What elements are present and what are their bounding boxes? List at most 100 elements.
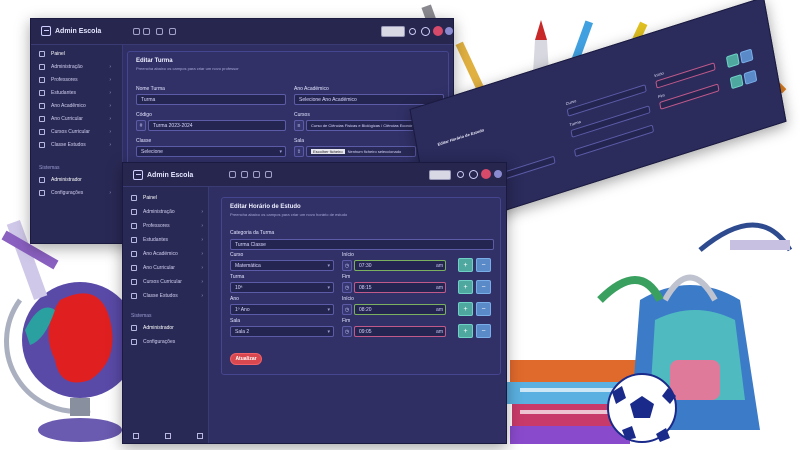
sidebar-item[interactable]: Ano Acadêmico › xyxy=(39,103,119,109)
schedule-form-card: Editar Horário de Estudo Preencha abaixo… xyxy=(221,197,501,375)
sidebar-item[interactable]: Administrador xyxy=(131,325,211,331)
row-select[interactable]: 1º Ano xyxy=(230,304,334,315)
brand[interactable]: Admin Escola xyxy=(41,26,101,36)
sidebar-item-label: Ano Curricular xyxy=(51,116,83,122)
main-window: Admin Escola Painel Administração › Profess… xyxy=(122,162,507,444)
menu-icon[interactable] xyxy=(229,171,236,178)
avatar[interactable] xyxy=(481,169,491,179)
sidebar-item[interactable]: Estudantes › xyxy=(39,90,119,96)
category-input[interactable]: Turma Classe xyxy=(230,239,494,250)
globe-illustration xyxy=(4,282,138,442)
sidebar-item[interactable]: Configurações › xyxy=(39,190,119,196)
side-start-input[interactable] xyxy=(655,62,716,89)
logout-icon[interactable] xyxy=(197,433,203,439)
course-prefix-icon: ≡ xyxy=(294,120,304,131)
field-label: Curso xyxy=(565,98,577,107)
add-row-button[interactable]: + xyxy=(458,324,473,338)
settings-icon[interactable] xyxy=(445,27,453,35)
time-input[interactable]: 09:05 am xyxy=(354,326,446,337)
soccer-ball-illustration xyxy=(607,373,677,443)
avatar[interactable] xyxy=(433,26,443,36)
row-select[interactable]: 10ª xyxy=(230,282,334,293)
class-select[interactable]: Selecione xyxy=(136,146,286,157)
row-select[interactable]: Matemática xyxy=(230,260,334,271)
side-remove-button[interactable] xyxy=(743,69,758,85)
settings-icon[interactable] xyxy=(494,170,502,178)
message-icon[interactable] xyxy=(253,171,260,178)
sidebar-item[interactable]: Estudantes › xyxy=(131,237,211,243)
choose-file-button[interactable]: Escolher ficheiro xyxy=(311,149,345,154)
sidebar-item[interactable]: Administração › xyxy=(39,64,119,70)
sidebar-item[interactable]: Cursos Curricular › xyxy=(131,279,211,285)
time-value: 09:05 xyxy=(359,328,372,335)
side-end-input[interactable] xyxy=(659,83,720,110)
sidebar-item[interactable]: Professores › xyxy=(39,77,119,83)
brand-name: Admin Escola xyxy=(147,171,194,179)
chevron-right-icon: › xyxy=(201,237,203,243)
sidebar-item[interactable]: Ano Académico › xyxy=(131,251,211,257)
remove-row-button[interactable]: − xyxy=(476,280,491,294)
settings-icon[interactable] xyxy=(133,433,139,439)
sidebar-item[interactable]: Classe Estudos › xyxy=(39,142,119,148)
sidebar-item-label: Administrador xyxy=(51,177,82,183)
side-add-button[interactable] xyxy=(725,52,740,69)
brand[interactable]: Admin Escola xyxy=(133,170,193,180)
chevron-right-icon: › xyxy=(201,265,203,271)
card-title: Editar Horário de Estudo xyxy=(230,204,301,210)
sidebar-item[interactable]: Ano Curricular › xyxy=(131,265,211,271)
add-row-button[interactable]: + xyxy=(458,280,473,294)
calendar-icon[interactable] xyxy=(265,171,272,178)
message-icon[interactable] xyxy=(156,28,163,35)
remove-row-button[interactable]: − xyxy=(476,258,491,272)
update-button[interactable]: Atualizar xyxy=(230,353,262,365)
add-row-button[interactable]: + xyxy=(458,302,473,316)
sidebar-item[interactable]: Administrador xyxy=(39,177,119,183)
clock-icon: ◷ xyxy=(342,326,352,337)
time-value: 08:20 xyxy=(359,306,372,313)
sidebar-item[interactable]: Classe Estudos › xyxy=(131,293,211,299)
menu-icon[interactable] xyxy=(133,28,140,35)
expand-icon[interactable] xyxy=(241,171,248,178)
sidebar: Painel Administração › Professores › Estudant… xyxy=(31,45,123,243)
marker-illustration xyxy=(730,240,790,250)
field-label: Sala xyxy=(230,318,241,324)
sidebar-item[interactable]: Painel xyxy=(131,195,211,201)
sidebar-item-label: Cursos Curricular xyxy=(51,129,90,135)
row-select[interactable]: Sala 2 xyxy=(230,326,334,337)
class-name-input[interactable]: Turma xyxy=(136,94,286,105)
code-input[interactable]: Turma 2023-2024 xyxy=(148,120,286,131)
field-label: Sala xyxy=(294,138,305,144)
sidebar-item[interactable]: Painel xyxy=(39,51,119,57)
sidebar-item[interactable]: Cursos Curricular › xyxy=(39,129,119,135)
search-input[interactable] xyxy=(429,170,451,180)
field-label: Início xyxy=(342,252,354,258)
clock-icon: ◷ xyxy=(342,304,352,315)
remove-row-button[interactable]: − xyxy=(476,302,491,316)
sidebar-item[interactable]: Ano Curricular › xyxy=(39,116,119,122)
academic-year-input[interactable]: Selecione Ano Académico xyxy=(294,94,444,105)
calendar-icon xyxy=(39,103,45,109)
chevron-right-icon: › xyxy=(201,209,203,215)
notification-icon[interactable] xyxy=(469,170,478,179)
search-icon[interactable] xyxy=(457,171,464,178)
sidebar-item-label: Professores xyxy=(143,223,170,229)
side-remove-button[interactable] xyxy=(739,48,754,64)
sidebar-item[interactable]: Administração › xyxy=(131,209,211,215)
notification-icon[interactable] xyxy=(421,27,430,36)
sidebar-item[interactable]: Professores › xyxy=(131,223,211,229)
time-input[interactable]: 07:30 am xyxy=(354,260,446,271)
expand-icon[interactable] xyxy=(143,28,150,35)
time-input[interactable]: 08:20 am xyxy=(354,304,446,315)
remove-row-button[interactable]: − xyxy=(476,324,491,338)
time-input[interactable]: 08:15 am xyxy=(354,282,446,293)
add-row-button[interactable]: + xyxy=(458,258,473,272)
calendar-icon[interactable] xyxy=(169,28,176,35)
mail-icon[interactable] xyxy=(165,433,171,439)
sidebar-item-label: Administração xyxy=(143,209,175,215)
search-icon[interactable] xyxy=(409,28,416,35)
file-input[interactable]: Escolher ficheiro Nenhum ficheiro selecc… xyxy=(306,146,416,157)
sidebar-item[interactable]: Configurações xyxy=(131,339,211,345)
search-input[interactable] xyxy=(381,26,405,37)
field-label: Turma xyxy=(230,274,245,280)
side-add-button[interactable] xyxy=(729,73,744,90)
